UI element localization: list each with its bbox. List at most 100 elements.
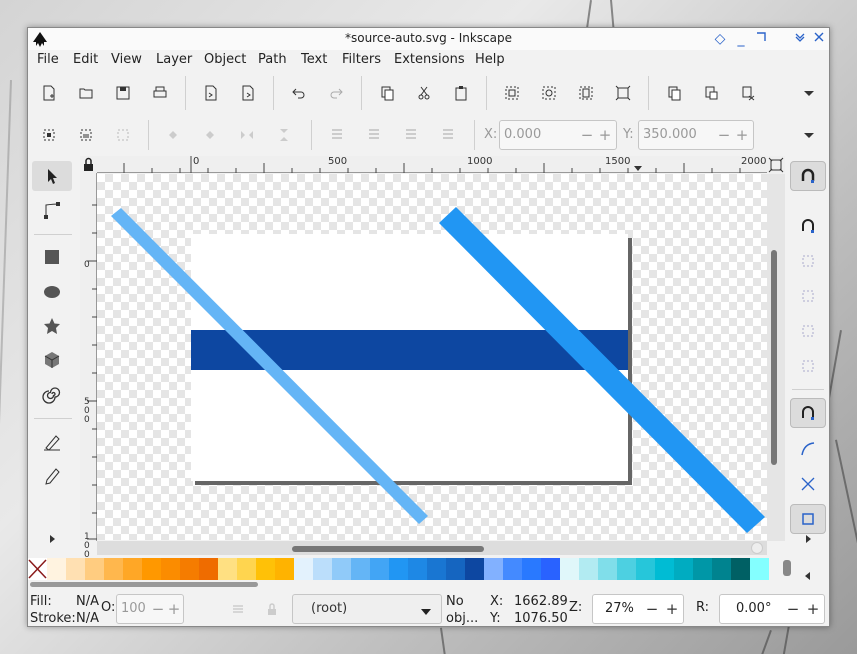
expand-icon[interactable] [790, 524, 826, 554]
palette-scroll[interactable] [783, 560, 791, 576]
color-swatch[interactable] [427, 558, 446, 580]
zoom-field[interactable]: 27% − + [592, 594, 684, 624]
color-swatch[interactable] [218, 558, 237, 580]
decrement-icon[interactable]: − [715, 125, 733, 145]
flip-vertical-icon[interactable] [269, 120, 299, 150]
zoom-fit-icon[interactable] [767, 156, 785, 174]
color-swatch[interactable] [237, 558, 256, 580]
color-swatch[interactable] [161, 558, 180, 580]
y-field[interactable]: 350.000 − + [638, 120, 754, 150]
snap-bbox-corner-icon[interactable] [790, 281, 826, 311]
redo-icon[interactable] [321, 78, 351, 108]
menu-help[interactable]: Help [475, 52, 505, 67]
snap-intersection-icon[interactable] [790, 469, 826, 499]
color-swatch[interactable] [598, 558, 617, 580]
maximize-icon[interactable] [752, 30, 770, 48]
paste-icon[interactable] [446, 78, 476, 108]
color-swatch[interactable] [351, 558, 370, 580]
ellipse-tool-icon[interactable] [32, 277, 72, 307]
drawing-canvas[interactable] [97, 174, 767, 540]
color-swatch[interactable] [275, 558, 294, 580]
menu-object[interactable]: Object [204, 52, 246, 67]
select-all-icon[interactable] [34, 120, 64, 150]
layer-dropdown[interactable]: (root) [292, 594, 442, 624]
stroke-value[interactable]: N/A [76, 611, 99, 626]
pencil-tool-icon[interactable] [32, 461, 72, 491]
menu-path[interactable]: Path [258, 52, 287, 67]
lower-to-bottom-icon[interactable] [433, 120, 463, 150]
rotate-cw-icon[interactable] [195, 120, 225, 150]
menu-view[interactable]: View [111, 52, 142, 67]
increment-icon[interactable]: + [663, 599, 681, 619]
color-swatch[interactable] [655, 558, 674, 580]
horizontal-ruler[interactable]: 0 500 1000 1500 2000 [96, 156, 767, 173]
color-swatch[interactable] [693, 558, 712, 580]
zoom-page-width-icon[interactable] [608, 78, 638, 108]
x-field[interactable]: 0.000 − + [499, 120, 617, 150]
layer-visibility-icon[interactable] [223, 594, 253, 624]
rotate-field[interactable]: 0.00° − + [719, 594, 825, 624]
color-swatch[interactable] [484, 558, 503, 580]
increment-icon[interactable]: + [804, 599, 822, 619]
duplicate-icon[interactable] [659, 78, 689, 108]
layer-lock-icon[interactable] [257, 594, 287, 624]
color-swatch[interactable] [332, 558, 351, 580]
snap-nodes-icon[interactable] [790, 398, 826, 428]
lock-guides-icon[interactable] [80, 156, 97, 173]
color-swatch[interactable] [389, 558, 408, 580]
color-swatch[interactable] [541, 558, 560, 580]
zoom-page-icon[interactable] [571, 78, 601, 108]
invert-selection-icon[interactable] [108, 120, 138, 150]
increment-icon[interactable]: + [596, 125, 614, 145]
color-swatch[interactable] [674, 558, 693, 580]
color-swatch[interactable] [66, 558, 85, 580]
color-swatch[interactable] [465, 558, 484, 580]
lower-icon[interactable] [396, 120, 426, 150]
decrement-icon[interactable]: − [578, 125, 596, 145]
color-swatch[interactable] [750, 558, 769, 580]
color-swatch[interactable] [560, 558, 579, 580]
fill-value[interactable]: N/A [76, 594, 99, 609]
increment-icon[interactable]: + [165, 599, 183, 619]
color-swatch[interactable] [408, 558, 427, 580]
color-swatch[interactable] [313, 558, 332, 580]
color-swatch[interactable] [104, 558, 123, 580]
snap-bbox-edge-icon[interactable] [790, 246, 826, 276]
color-swatch[interactable] [617, 558, 636, 580]
flip-horizontal-icon[interactable] [232, 120, 262, 150]
color-swatch[interactable] [294, 558, 313, 580]
overflow-icon[interactable] [794, 78, 824, 108]
snap-bbox-midpoint-icon[interactable] [790, 316, 826, 346]
color-swatch[interactable] [256, 558, 275, 580]
expand-icon[interactable] [32, 524, 72, 554]
snap-path-icon[interactable] [790, 434, 826, 464]
color-swatch[interactable] [731, 558, 750, 580]
unlink-clone-icon[interactable] [733, 78, 763, 108]
cut-icon[interactable] [409, 78, 439, 108]
decrement-icon[interactable]: − [643, 599, 661, 619]
horizontal-scrollbar[interactable] [97, 541, 767, 555]
color-managed-icon[interactable] [751, 542, 763, 554]
zoom-drawing-icon[interactable] [534, 78, 564, 108]
export-icon[interactable] [233, 78, 263, 108]
spiral-tool-icon[interactable] [32, 379, 72, 409]
pen-tool-icon[interactable] [32, 427, 72, 457]
scroll-thumb[interactable] [771, 250, 777, 465]
diamond-icon[interactable]: ◇ [711, 30, 729, 48]
select-all-layers-icon[interactable] [71, 120, 101, 150]
zoom-selection-icon[interactable] [497, 78, 527, 108]
shade-icon[interactable] [791, 30, 809, 48]
rotate-ccw-icon[interactable] [158, 120, 188, 150]
import-icon[interactable] [196, 78, 226, 108]
menu-edit[interactable]: Edit [73, 52, 98, 67]
no-paint-swatch[interactable] [28, 558, 47, 580]
clone-icon[interactable] [696, 78, 726, 108]
opacity-field[interactable]: 100 − + [116, 594, 184, 624]
node-tool-icon[interactable] [32, 195, 72, 225]
vertical-ruler[interactable]: 0 500 1000 [80, 173, 97, 569]
select-tool-icon[interactable] [32, 161, 72, 191]
color-swatch[interactable] [712, 558, 731, 580]
snap-bbox-icon[interactable] [790, 211, 826, 241]
undo-icon[interactable] [284, 78, 314, 108]
open-icon[interactable] [71, 78, 101, 108]
